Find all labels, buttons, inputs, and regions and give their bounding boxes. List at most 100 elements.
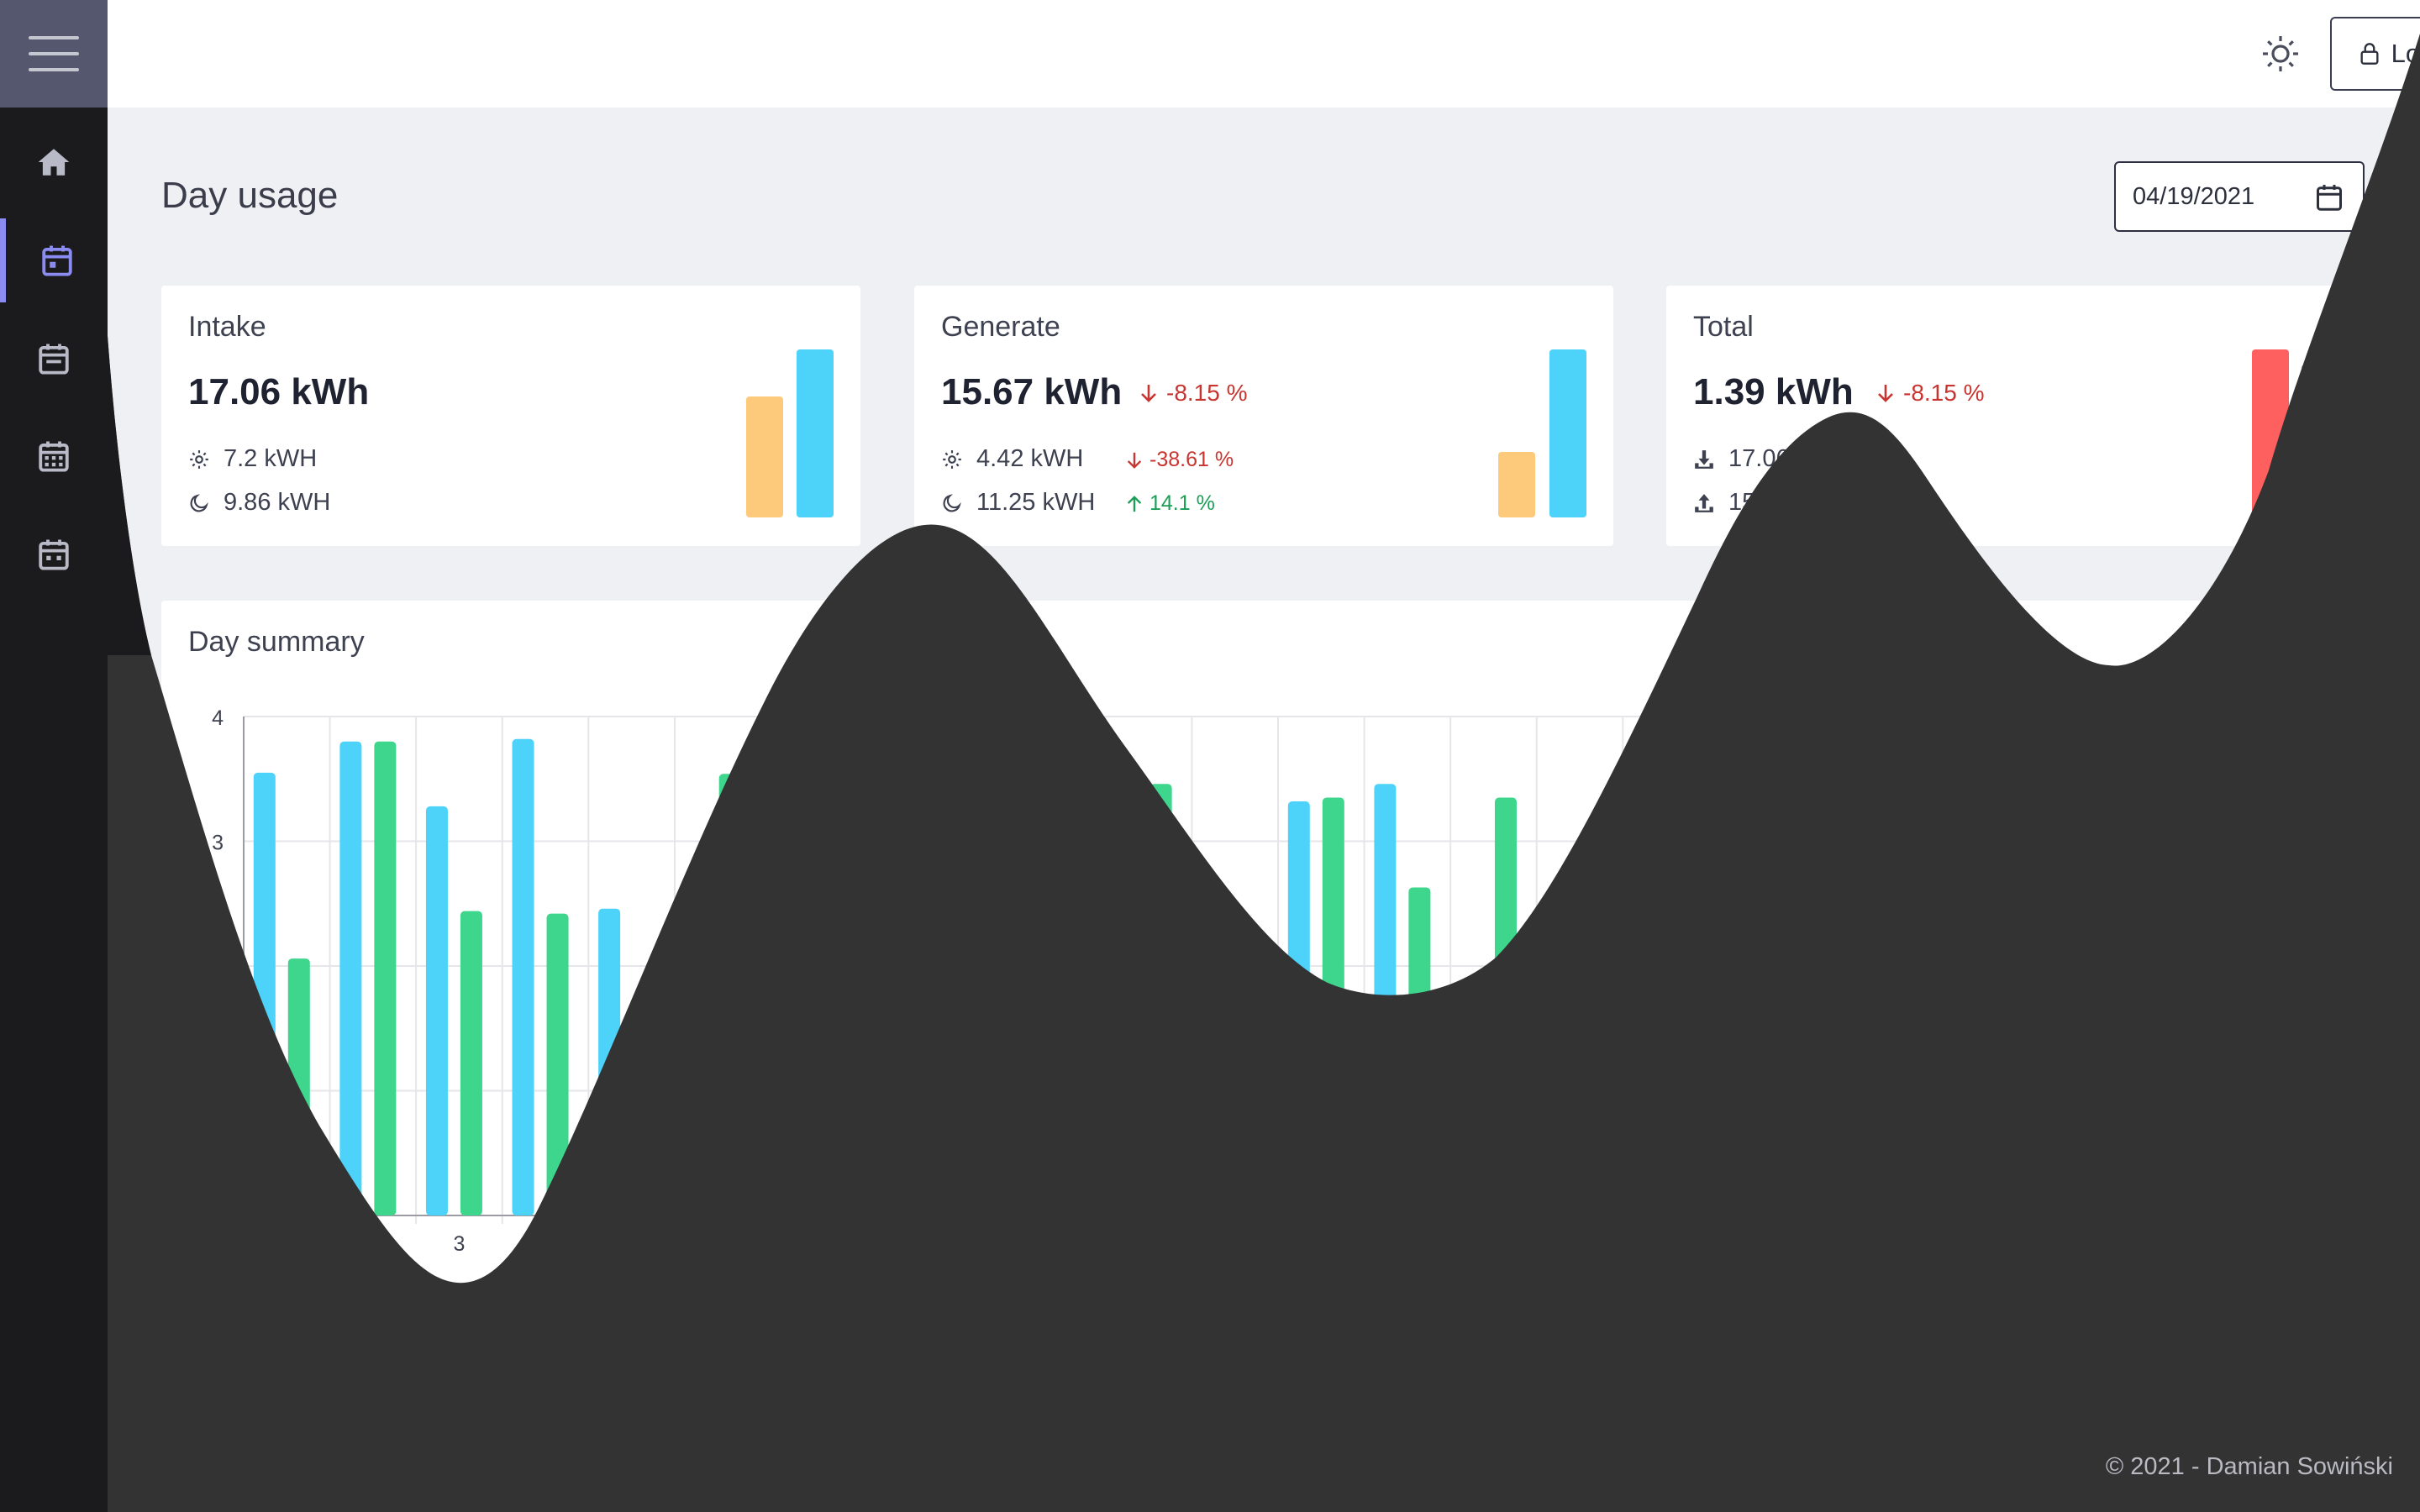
generate-day-delta: -38.61 % bbox=[1126, 448, 1234, 472]
intake-bar bbox=[512, 738, 534, 1215]
sun-icon[interactable] bbox=[2260, 34, 2301, 74]
date-input[interactable]: 04/19/2021 bbox=[2114, 161, 2365, 232]
total-intake-row: 17.06 kWH bbox=[1693, 445, 1849, 473]
generate-bar bbox=[977, 923, 1000, 1215]
intake-card: Intake 17.06 kWh 7.2 kWH 9.86 kWH bbox=[161, 286, 860, 546]
nav-day[interactable] bbox=[0, 218, 108, 302]
intake-bar bbox=[339, 741, 362, 1215]
x-tick-label: 19 bbox=[1827, 1232, 1850, 1256]
top-bar: Logout bbox=[108, 0, 2420, 108]
generate-night-delta: 14.1 % bbox=[1126, 491, 1215, 516]
upload-icon bbox=[1695, 493, 1713, 512]
y-tick-label: 3 bbox=[212, 832, 224, 855]
x-tick-label: 24 bbox=[2258, 1232, 2281, 1256]
hamburger-line bbox=[29, 36, 79, 39]
legend-generate-swatch bbox=[360, 1305, 390, 1318]
intake-bar bbox=[425, 806, 448, 1215]
calendar-icon[interactable] bbox=[2314, 182, 2344, 213]
intake-bar bbox=[1891, 1032, 1913, 1215]
moon-icon bbox=[943, 493, 961, 512]
generate-bar bbox=[718, 774, 741, 1215]
x-tick-label: 1 bbox=[281, 1232, 292, 1256]
generate-bar bbox=[805, 780, 828, 1215]
generate-bar bbox=[460, 911, 482, 1215]
generate-bar bbox=[1753, 795, 1776, 1215]
arrow-up-icon bbox=[1127, 495, 1142, 512]
x-tick-label: 17 bbox=[1655, 1232, 1678, 1256]
legend-generate-label: Generate bbox=[405, 1298, 503, 1324]
intake-bar bbox=[253, 772, 276, 1215]
generate-bar bbox=[1150, 784, 1172, 1215]
day-summary-chart: 012341 2 3 4 5 6 7 8 9 10 11 12 13 14 15 16 17 18 19 20 21 22… bbox=[212, 706, 2313, 1256]
total-value: 1.39 kWh bbox=[1693, 371, 1854, 412]
x-tick-label: 11 bbox=[1138, 1232, 1160, 1256]
generate-night-delta-value: 14.1 % bbox=[1150, 491, 1215, 515]
generate-bar bbox=[546, 913, 569, 1215]
intake-night-bar bbox=[797, 349, 834, 517]
x-tick-label: 12 bbox=[1223, 1232, 1247, 1256]
generate-bar bbox=[1667, 1155, 1690, 1215]
total-delta: -8.15 % bbox=[1876, 380, 1985, 407]
x-tick-label: 15 bbox=[1482, 1232, 1506, 1256]
generate-bar bbox=[1925, 954, 1948, 1215]
x-tick-label: 18 bbox=[1740, 1232, 1764, 1256]
date-value: 04/19/2021 bbox=[2133, 182, 2255, 210]
generate-bar bbox=[891, 743, 913, 1215]
intake-bar bbox=[2149, 978, 2172, 1215]
generate-delta-value: -8.15 % bbox=[1166, 380, 1248, 406]
intake-bar bbox=[1805, 990, 1828, 1215]
x-tick-label: 4 bbox=[539, 1232, 551, 1256]
nav-home[interactable] bbox=[0, 120, 108, 204]
calendar-grid-icon bbox=[39, 441, 69, 472]
gear-icon bbox=[943, 449, 961, 469]
page-title: Day usage bbox=[161, 175, 339, 216]
total-title: Total bbox=[1693, 311, 1754, 343]
intake-day-bar bbox=[746, 396, 783, 517]
generate-day-bar bbox=[1498, 452, 1535, 517]
x-tick-label: 14 bbox=[1396, 1232, 1419, 1256]
nav-month[interactable] bbox=[0, 317, 108, 401]
generate-night-row: 11.25 kWH bbox=[941, 489, 1095, 517]
y-tick-label: 2 bbox=[212, 956, 224, 979]
legend-intake-swatch bbox=[202, 1305, 232, 1318]
x-tick-label: 6 bbox=[712, 1232, 723, 1256]
download-icon bbox=[1695, 449, 1713, 469]
x-tick-label: 13 bbox=[1309, 1232, 1333, 1256]
intake-bar bbox=[943, 1049, 965, 1215]
generate-bar bbox=[1408, 887, 1431, 1215]
intake-bar bbox=[684, 924, 707, 1215]
intake-bar bbox=[1460, 1038, 1482, 1215]
intake-title: Intake bbox=[188, 311, 266, 343]
nav-year[interactable] bbox=[0, 414, 108, 498]
total-card: Total 1.39 kWh -8.15 % 17.06 kWH 15.67 k… bbox=[1666, 286, 2365, 546]
menu-toggle-button[interactable] bbox=[0, 0, 108, 108]
x-tick-label: 16 bbox=[1568, 1232, 1591, 1256]
intake-bar bbox=[2236, 1144, 2259, 1215]
legend-intake-label: Intake bbox=[247, 1298, 312, 1324]
generate-day-delta-value: -38.61 % bbox=[1150, 448, 1234, 471]
intake-bar bbox=[1977, 1011, 2000, 1215]
intake-day-value: 7.2 kWH bbox=[224, 445, 318, 472]
generate-bar bbox=[1581, 854, 1603, 1215]
intake-bar bbox=[771, 1193, 793, 1215]
generate-bar bbox=[1494, 797, 1517, 1215]
logout-button[interactable]: Logout bbox=[2330, 17, 2420, 91]
nav-all[interactable] bbox=[0, 512, 108, 596]
x-tick-label: 21 bbox=[1999, 1232, 2023, 1256]
generate-bar bbox=[374, 741, 397, 1215]
generate-day-value: 4.42 kWH bbox=[976, 445, 1084, 472]
arrow-down-icon bbox=[1141, 385, 1156, 402]
legend-intake[interactable]: Intake bbox=[202, 1298, 311, 1325]
generate-bar bbox=[2012, 1074, 2034, 1215]
hamburger-line bbox=[29, 68, 79, 71]
generate-night-bar bbox=[1549, 349, 1586, 517]
arrow-down-icon bbox=[1127, 452, 1142, 469]
generate-bar bbox=[2184, 761, 2207, 1215]
x-tick-label: 9 bbox=[971, 1232, 982, 1256]
x-tick-label: 23 bbox=[2171, 1232, 2195, 1256]
generate-bar bbox=[1839, 1123, 1862, 1215]
legend-generate[interactable]: Generate bbox=[360, 1298, 503, 1325]
x-tick-label: 2 bbox=[367, 1232, 379, 1256]
intake-bar bbox=[1374, 784, 1397, 1215]
arrow-down-icon bbox=[1878, 385, 1893, 402]
